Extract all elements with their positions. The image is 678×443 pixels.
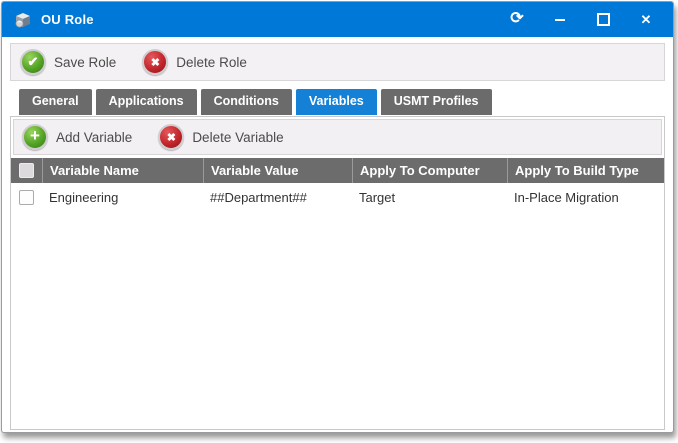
x-icon: ✖ [158,124,184,150]
minimize-icon[interactable] [552,12,568,28]
tab-bar: General Applications Conditions Variable… [19,89,673,115]
table-header: Variable Name Variable Value Apply To Co… [11,158,664,183]
table-row[interactable]: Engineering ##Department## Target In-Pla… [11,183,664,211]
column-header-apply-to-computer[interactable]: Apply To Computer [352,158,507,183]
select-all-cell [11,158,42,183]
row-checkbox[interactable] [19,190,34,205]
x-icon: ✖ [142,49,168,75]
tab-applications[interactable]: Applications [96,89,197,115]
row-checkbox-cell [11,190,42,205]
check-icon: ✔ [20,49,46,75]
tab-conditions[interactable]: Conditions [201,89,292,115]
cell-apply-to-computer: Target [352,190,507,205]
window-controls: ⟳ ✕ [509,12,654,28]
add-variable-button[interactable]: + Add Variable [22,124,132,150]
variables-toolbar: + Add Variable ✖ Delete Variable [13,119,662,155]
column-header-variable-name[interactable]: Variable Name [42,158,203,183]
window-title: OU Role [41,12,94,27]
role-toolbar: ✔ Save Role ✖ Delete Role [10,43,665,81]
column-header-apply-to-build-type[interactable]: Apply To Build Type [507,158,664,183]
delete-variable-button[interactable]: ✖ Delete Variable [158,124,283,150]
variables-panel: + Add Variable ✖ Delete Variable Variabl… [10,116,665,430]
select-all-checkbox[interactable] [19,163,34,178]
tab-variables[interactable]: Variables [296,89,377,115]
ou-role-cube-icon [13,11,33,29]
maximize-icon[interactable] [595,12,611,28]
titlebar[interactable]: OU Role ⟳ ✕ [2,2,673,37]
refresh-icon[interactable]: ⟳ [509,11,525,27]
ou-role-dialog: OU Role ⟳ ✕ ✔ Save Role ✖ Delete Role Ge… [1,1,674,433]
cell-variable-value: ##Department## [203,190,352,205]
delete-role-button[interactable]: ✖ Delete Role [142,49,247,75]
save-role-label: Save Role [54,55,116,70]
delete-role-label: Delete Role [176,55,247,70]
save-role-button[interactable]: ✔ Save Role [20,49,116,75]
cell-apply-to-build-type: In-Place Migration [507,190,664,205]
column-header-variable-value[interactable]: Variable Value [203,158,352,183]
plus-icon: + [22,124,48,150]
tab-general[interactable]: General [19,89,92,115]
delete-variable-label: Delete Variable [192,130,283,145]
cell-variable-name: Engineering [42,190,203,205]
add-variable-label: Add Variable [56,130,132,145]
close-icon[interactable]: ✕ [638,12,654,28]
tab-usmt-profiles[interactable]: USMT Profiles [381,89,492,115]
